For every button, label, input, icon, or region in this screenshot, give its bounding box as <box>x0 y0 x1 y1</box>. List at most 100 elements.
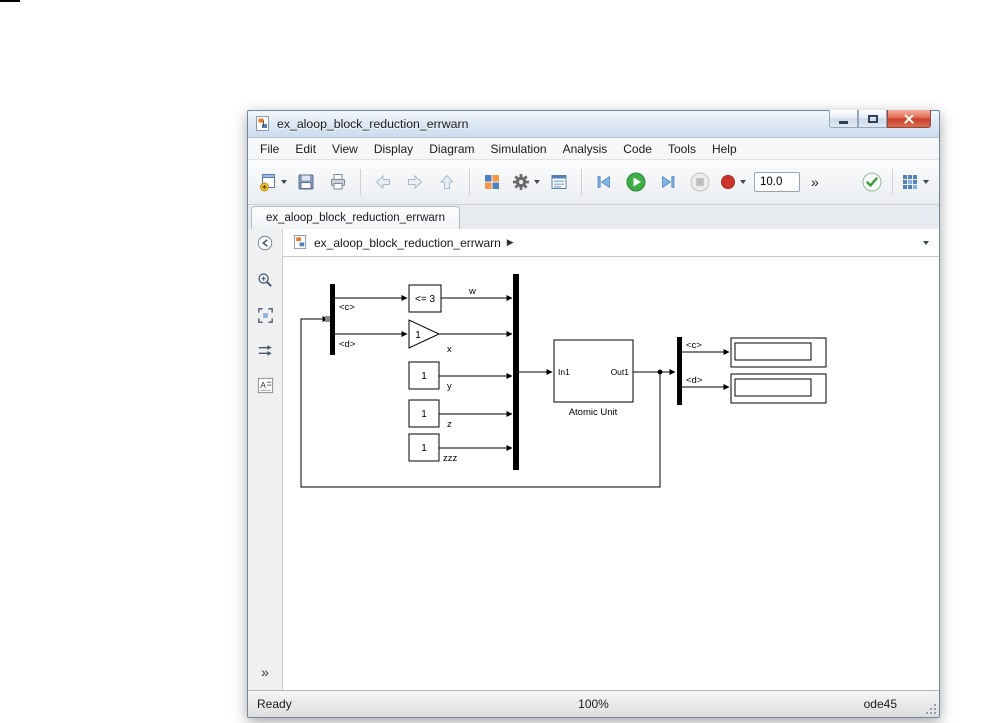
compare-block[interactable]: <= 3 <box>408 284 442 313</box>
deploy-hardware-button[interactable] <box>898 167 931 197</box>
back-button[interactable] <box>368 167 398 197</box>
resize-grip[interactable] <box>924 702 936 714</box>
status-text: Ready <box>257 697 292 711</box>
constant-block-y[interactable]: 1 <box>408 361 440 390</box>
toolbar-overflow-button[interactable]: » <box>806 174 824 190</box>
print-button[interactable] <box>323 167 353 197</box>
display-block-bottom[interactable] <box>730 373 827 404</box>
menu-item-tools[interactable]: Tools <box>660 140 704 158</box>
constant-y-label: 1 <box>421 371 427 382</box>
save-icon <box>298 174 314 190</box>
signal-label-z[interactable]: z <box>447 419 452 430</box>
signal-label-c-left[interactable]: <c> <box>339 302 355 313</box>
fit-to-view-button[interactable] <box>254 304 276 326</box>
close-button[interactable] <box>887 110 931 128</box>
stop-button[interactable] <box>685 167 715 197</box>
toolbar-separator <box>892 169 893 195</box>
bus-selector-right[interactable] <box>677 337 682 405</box>
update-diagram-button[interactable] <box>857 167 887 197</box>
signal-label-w[interactable]: w <box>468 286 476 297</box>
close-icon <box>903 114 915 124</box>
signal-routing-button[interactable] <box>254 339 276 361</box>
up-button[interactable] <box>432 167 462 197</box>
atomic-subsystem-block[interactable]: In1 Out1 <box>553 339 634 403</box>
annotation-button[interactable]: A <box>254 374 276 396</box>
menu-item-help[interactable]: Help <box>704 140 745 158</box>
explorer-bar-toggle-button[interactable] <box>248 229 283 257</box>
screenshot-corner-mark <box>0 0 20 2</box>
signal-label-zzz[interactable]: zzz <box>443 453 458 464</box>
stop-time-input[interactable] <box>754 172 800 192</box>
menu-item-display[interactable]: Display <box>366 140 421 158</box>
bus-selector-left[interactable] <box>325 284 335 355</box>
minimize-button[interactable] <box>829 110 858 128</box>
forward-button[interactable] <box>400 167 430 197</box>
breadcrumb-label[interactable]: ex_aloop_block_reduction_errwarn <box>314 236 501 250</box>
new-model-button[interactable] <box>256 167 289 197</box>
print-icon <box>331 174 345 190</box>
gain-block-label: 1 <box>415 330 421 341</box>
breadcrumb-dropdown-icon[interactable] <box>923 240 929 245</box>
zoom-button[interactable] <box>254 269 276 291</box>
new-model-dropdown-icon[interactable] <box>281 180 287 184</box>
palette-overflow-button[interactable]: » <box>261 664 269 680</box>
signal-label-d-right[interactable]: <d> <box>686 375 703 386</box>
record-button[interactable] <box>717 167 748 197</box>
signal-label-x[interactable]: x <box>447 344 452 355</box>
menu-item-file[interactable]: File <box>252 140 287 158</box>
atomic-outport-label: Out1 <box>611 367 630 377</box>
menubar: File Edit View Display Diagram Simulatio… <box>248 138 939 160</box>
deploy-grid-icon <box>903 175 917 189</box>
simulink-window: ex_aloop_block_reduction_errwarn File Ed… <box>247 110 940 718</box>
constant-block-z[interactable]: 1 <box>408 399 440 428</box>
maximize-icon <box>867 114 878 123</box>
back-icon <box>375 174 390 190</box>
save-button[interactable] <box>291 167 321 197</box>
breadcrumb[interactable]: ex_aloop_block_reduction_errwarn ▶ <box>283 229 939 257</box>
menu-item-simulation[interactable]: Simulation <box>483 140 555 158</box>
mux-block[interactable] <box>513 274 519 470</box>
atomic-inport-label: In1 <box>558 367 570 377</box>
atomic-subsystem-name[interactable]: Atomic Unit <box>569 407 618 418</box>
palette-sidebar: A » <box>248 257 283 690</box>
model-tab-label: ex_aloop_block_reduction_errwarn <box>266 212 446 224</box>
zoom-icon <box>257 272 272 287</box>
maximize-button[interactable] <box>858 110 887 128</box>
deploy-dropdown-icon[interactable] <box>923 180 929 184</box>
svg-text:A: A <box>260 379 266 389</box>
statusbar: Ready 100% ode45 <box>248 690 939 717</box>
constant-block-zzz[interactable]: 1 <box>408 433 440 462</box>
toolbar-separator <box>360 169 361 195</box>
model-explorer-button[interactable] <box>544 167 574 197</box>
annotation-icon: A <box>257 377 273 393</box>
signal-label-y[interactable]: y <box>447 381 452 392</box>
update-diagram-check-icon <box>862 172 882 192</box>
model-settings-button[interactable] <box>509 167 542 197</box>
titlebar[interactable]: ex_aloop_block_reduction_errwarn <box>248 110 939 138</box>
simulink-model-icon <box>256 116 269 131</box>
forward-icon <box>408 174 423 190</box>
run-button[interactable] <box>621 167 651 197</box>
menu-item-code[interactable]: Code <box>615 140 660 158</box>
gain-block[interactable]: 1 <box>408 319 441 349</box>
model-tab[interactable]: ex_aloop_block_reduction_errwarn <box>251 206 461 229</box>
branch-point[interactable] <box>657 369 663 375</box>
record-dropdown-icon[interactable] <box>740 180 746 184</box>
step-forward-button[interactable] <box>653 167 683 197</box>
menu-item-analysis[interactable]: Analysis <box>555 140 616 158</box>
solver-name[interactable]: ode45 <box>864 697 897 711</box>
step-back-button[interactable] <box>589 167 619 197</box>
menu-item-edit[interactable]: Edit <box>287 140 324 158</box>
menu-item-diagram[interactable]: Diagram <box>421 140 482 158</box>
breadcrumb-caret-icon[interactable]: ▶ <box>507 237 514 248</box>
new-model-icon <box>260 174 275 192</box>
settings-dropdown-icon[interactable] <box>534 180 540 184</box>
menu-item-view[interactable]: View <box>324 140 366 158</box>
tabbar: ex_aloop_block_reduction_errwarn <box>248 205 939 229</box>
display-block-top[interactable] <box>730 337 827 368</box>
signal-label-c-right[interactable]: <c> <box>686 340 702 351</box>
signal-label-d-left[interactable]: <d> <box>339 339 356 350</box>
library-browser-button[interactable] <box>477 167 507 197</box>
model-explorer-icon <box>551 175 567 189</box>
diagram-canvas[interactable]: <c> <d> <= 3 w 1 x 1 y 1 z 1 zzz In1 Out… <box>283 257 939 690</box>
